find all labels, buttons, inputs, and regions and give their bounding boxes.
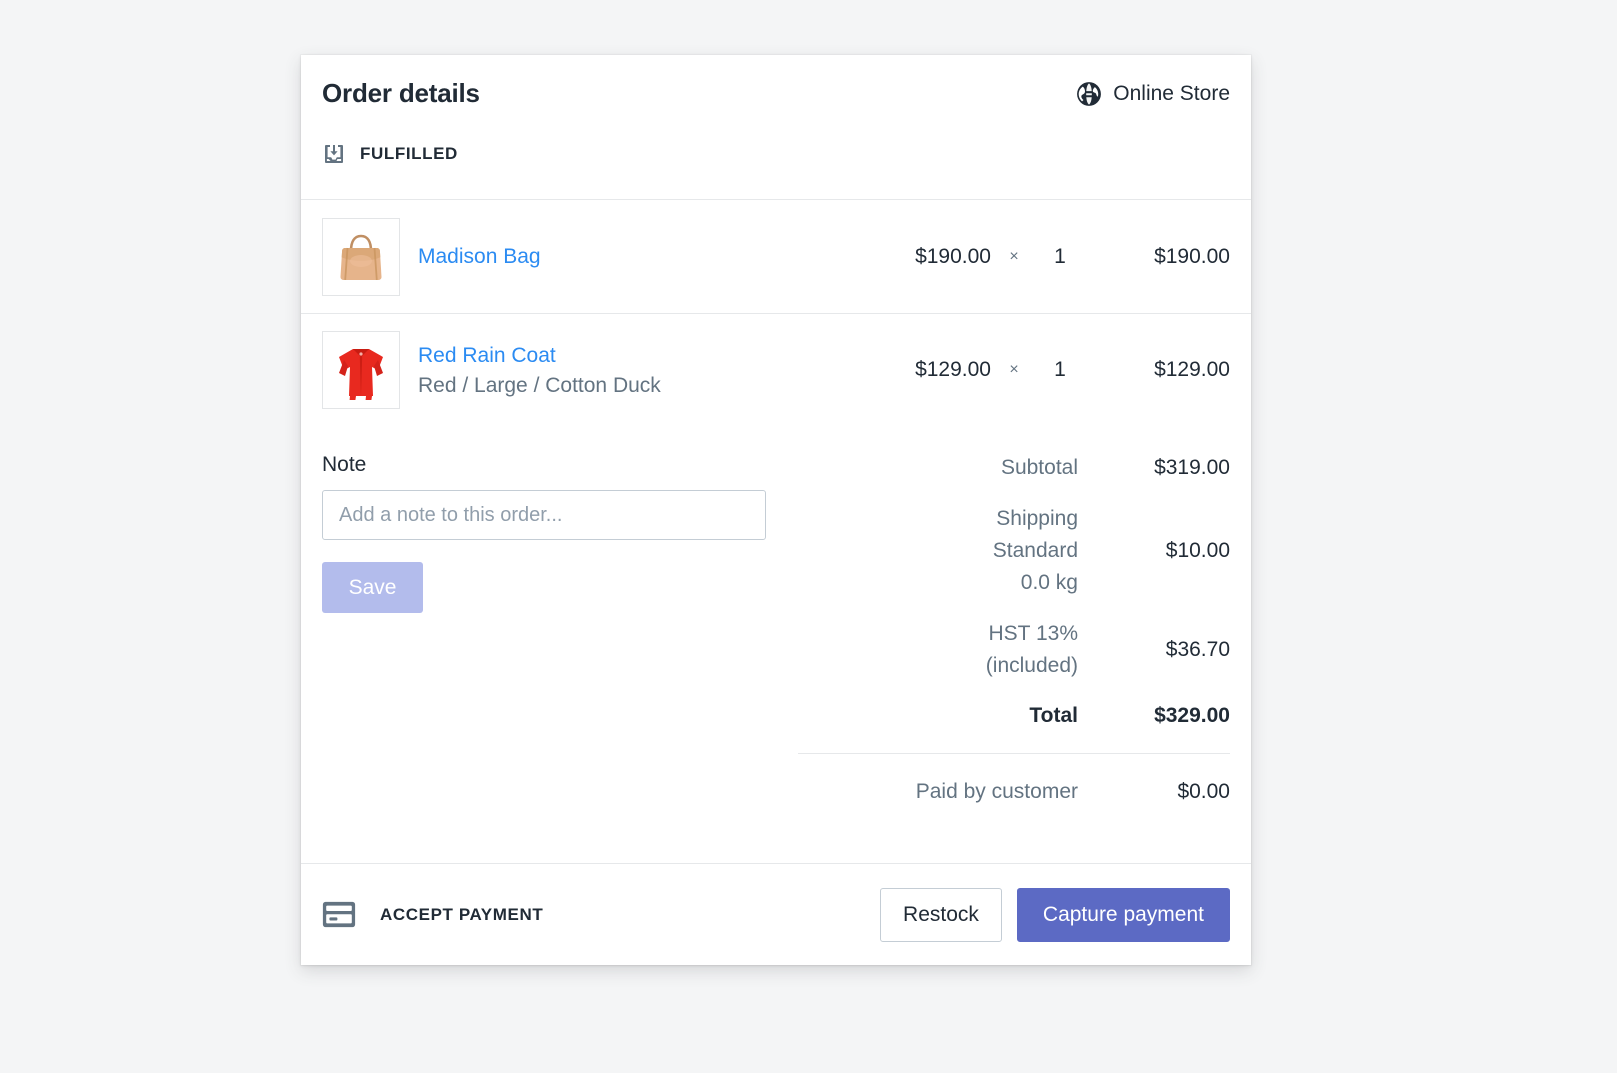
table-row: Madison Bag $190.00 × 1 $190.00 (301, 200, 1251, 313)
card-header: Order details Online Store FULFILLED (301, 55, 1251, 199)
tax-value: $36.70 (1165, 638, 1230, 661)
shipping-label: Shipping (996, 507, 1078, 530)
tax-label: HST 13% (988, 622, 1079, 645)
total-label: Total (1029, 704, 1078, 727)
tax-note: (included) (985, 654, 1078, 677)
fulfillment-status-label: FULFILLED (360, 144, 458, 163)
quantity: 1 (1054, 244, 1066, 268)
paid-by-customer-label: Paid by customer (915, 780, 1078, 803)
total-value: $329.00 (1154, 704, 1230, 727)
multiply-symbol: × (1009, 247, 1019, 265)
table-row: Red Rain Coat Red / Large / Cotton Duck … (301, 313, 1251, 426)
capture-payment-button[interactable]: Capture payment (1016, 887, 1230, 942)
totals-divider (798, 753, 1230, 754)
multiply-symbol: × (1009, 361, 1019, 378)
note-input[interactable] (322, 490, 766, 540)
shipping-method: Standard (992, 539, 1078, 562)
accept-payment-group: ACCEPT PAYMENT (322, 901, 880, 928)
save-button[interactable]: Save (322, 562, 423, 613)
restock-button[interactable]: Restock (880, 887, 1002, 942)
product-thumbnail (322, 217, 400, 296)
shipping-weight: 0.0 kg (1020, 571, 1078, 594)
credit-card-icon (322, 901, 356, 928)
paid-by-customer-value: $0.00 (1177, 780, 1230, 803)
totals-section: Subtotal $319.00 Shipping Standard 0.0 k… (798, 452, 1230, 808)
fulfilled-tray-icon (322, 142, 346, 166)
order-summary-section: Note Save Subtotal $319.00 Shipping Stan… (301, 426, 1251, 863)
note-label: Note (322, 453, 367, 476)
paid-by-customer-row: Paid by customer $0.00 (798, 776, 1230, 808)
quantity: 1 (1054, 358, 1066, 381)
unit-price: $129.00 (915, 358, 991, 381)
product-info: Madison Bag (418, 243, 845, 270)
accept-payment-label: ACCEPT PAYMENT (380, 904, 544, 924)
product-variant: Red / Large / Cotton Duck (418, 373, 661, 397)
order-details-card: Order details Online Store FULFILLED Mad… (301, 55, 1251, 965)
shipping-label-group: Shipping Standard 0.0 kg (993, 503, 1078, 599)
note-section: Note Save (322, 452, 766, 613)
footer-actions: Restock Capture payment (880, 887, 1230, 942)
line-total: $129.00 (1154, 358, 1230, 381)
line-total: $190.00 (1154, 244, 1230, 268)
page-title: Order details (322, 78, 480, 108)
sales-channel-label: Online Store (1113, 82, 1230, 105)
shipping-row: Shipping Standard 0.0 kg $10.00 (798, 503, 1230, 599)
card-footer: ACCEPT PAYMENT Restock Capture payment (301, 863, 1251, 965)
subtotal-row: Subtotal $319.00 (798, 452, 1230, 484)
tax-label-group: HST 13% (included) (986, 618, 1078, 682)
sales-channel-badge: Online Store (1076, 81, 1230, 107)
red-rain-coat-image (325, 334, 397, 406)
product-thumbnail (322, 331, 400, 409)
screen-background: Order details Online Store FULFILLED Mad… (0, 0, 1617, 1073)
tax-row: HST 13% (included) $36.70 (798, 618, 1230, 682)
line-items-list: Madison Bag $190.00 × 1 $190.00 Red Rain… (301, 200, 1251, 426)
header-top-row: Order details Online Store (322, 77, 1230, 109)
product-name-link[interactable]: Red Rain Coat (418, 342, 556, 369)
globe-icon (1076, 81, 1102, 107)
subtotal-value: $319.00 (1154, 456, 1230, 479)
product-name-link[interactable]: Madison Bag (418, 243, 541, 270)
unit-price: $190.00 (915, 244, 991, 268)
total-row: Total $329.00 (798, 700, 1230, 732)
shipping-value: $10.00 (1165, 539, 1230, 562)
subtotal-label: Subtotal (1000, 456, 1078, 479)
fulfillment-status-row: FULFILLED (322, 142, 1230, 166)
tote-bag-image (325, 220, 397, 293)
product-info: Red Rain Coat Red / Large / Cotton Duck (418, 342, 845, 399)
